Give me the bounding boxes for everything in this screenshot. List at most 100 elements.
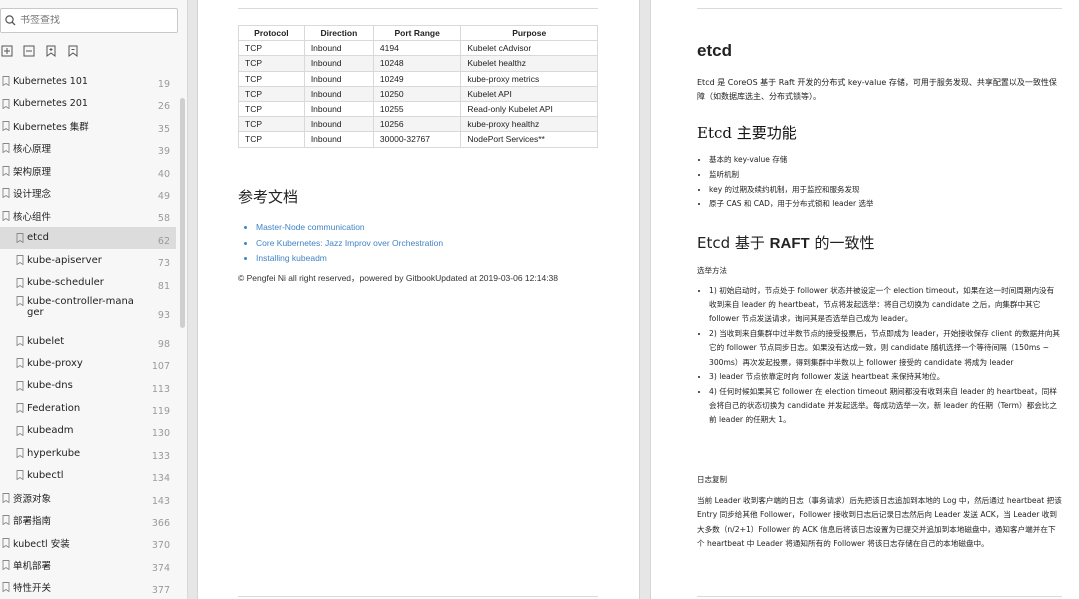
list-item: key 的过期及续约机制，用于监控和服务发现 (709, 183, 1074, 198)
table-cell: TCP (238, 116, 305, 133)
sidebar-item[interactable]: 核心组件 58 (0, 204, 176, 226)
table-cell: TCP (238, 131, 305, 148)
sidebar-item[interactable]: kubectl 134 (0, 464, 176, 486)
bookmark-icon (16, 336, 24, 347)
sidebar-item[interactable]: kubeadm 130 (0, 419, 176, 441)
sidebar-item[interactable]: 特性开关 377 (0, 576, 176, 598)
table-cell: TCP (238, 85, 305, 102)
sidebar-item-page: 73 (157, 258, 170, 270)
sidebar-item[interactable]: 架构原理 40 (0, 160, 176, 182)
table-row: TCP Inbound 10250 Kubelet API (238, 85, 598, 102)
sidebar-item[interactable]: kube-proxy 107 (0, 352, 176, 374)
table-header: Purpose (460, 24, 598, 42)
bookmark-icon (2, 188, 10, 199)
sidebar-item[interactable]: 部署指南 366 (0, 509, 176, 531)
table-row: TCP Inbound 4194 Kubelet cAdvisor (238, 40, 598, 57)
sidebar-item[interactable]: Kubernetes 101 19 (0, 70, 176, 92)
table-row: TCP Inbound 10255 Read-only Kubelet API (238, 100, 598, 118)
sidebar-scrollbar[interactable] (180, 98, 185, 328)
page-top-rule (238, 8, 598, 9)
table-row: TCP Inbound 10256 kube-proxy healthz (238, 116, 598, 133)
bookmark-sidebar: Kubernetes 10119Kubernetes 20126Kubernet… (0, 0, 188, 599)
sidebar-item-label: kubelet (27, 335, 65, 347)
bookmark-icon (16, 295, 24, 306)
sidebar-item[interactable]: Kubernetes 集群 35 (0, 115, 176, 137)
sidebar-item[interactable]: etcd 62 (0, 226, 176, 250)
collapse-all-icon[interactable] (22, 44, 36, 58)
sidebar-item[interactable]: hyperkube 133 (0, 442, 176, 464)
list-item: 原子 CAS 和 CAD，用于分布式锁和 leader 选举 (709, 197, 1074, 212)
sidebar-item[interactable]: 单机部署 374 (0, 554, 176, 576)
document-page-left: Protocol Direction Port Range Purpose TC… (197, 0, 640, 599)
bookmark-icon (2, 537, 10, 548)
sidebar-item-label: Kubernetes 101 (13, 75, 88, 87)
sidebar-item-page: 143 (151, 495, 170, 507)
sidebar-item-page: 35 (157, 123, 170, 135)
remove-bookmark-icon[interactable] (66, 44, 80, 58)
sidebar-item-page: 49 (157, 190, 170, 202)
table-cell: Inbound (303, 40, 374, 57)
reference-link[interactable]: Installing kubeadm (256, 251, 443, 267)
sidebar-item[interactable]: kube-controller-mana ger 93 (0, 294, 176, 330)
table-cell: 10250 (372, 85, 462, 102)
table-row: TCP Inbound 10248 Kubelet healthz (238, 55, 598, 72)
election-steps-list: 1) 初始启动时，节点处于 follower 状态并被设定一个 election… (709, 284, 1061, 428)
sidebar-item[interactable]: Federation 119 (0, 397, 176, 419)
table-cell: 10255 (372, 100, 462, 118)
features-heading: Etcd 主要功能 (697, 124, 797, 142)
sidebar-item-label: kube-apiserver (27, 254, 102, 266)
bookmark-icon (16, 232, 24, 243)
page-bottom-rule (697, 596, 1062, 597)
bookmark-icon (2, 582, 10, 593)
expand-all-icon[interactable] (0, 44, 14, 58)
bookmark-icon (2, 492, 10, 503)
table-header: Protocol (238, 24, 305, 42)
sidebar-item-page: 26 (157, 101, 170, 113)
bookmark-icon (16, 380, 24, 391)
sidebar-item-page: 39 (157, 146, 170, 158)
table-cell: TCP (238, 55, 305, 72)
sidebar-item-page: 107 (151, 361, 170, 373)
sidebar-item[interactable]: kube-scheduler 81 (0, 272, 176, 294)
reference-link[interactable]: Master-Node communication (256, 220, 443, 236)
sidebar-item[interactable]: 设计理念 49 (0, 182, 176, 204)
reference-link[interactable]: Core Kubernetes: Jazz Improv over Orches… (256, 236, 443, 252)
sidebar-item-page: 81 (157, 280, 170, 292)
raft-heading-bold: RAFT (769, 235, 810, 252)
sidebar-item-page: 370 (151, 540, 170, 552)
sidebar-item-label: etcd (27, 232, 49, 244)
sidebar-item[interactable]: Kubernetes 201 26 (0, 92, 176, 114)
features-list: 基本的 key-value 存储 监听机制 key 的过期及续约机制，用于监控和… (709, 153, 1074, 212)
references-heading: 参考文档 (238, 188, 299, 206)
bookmark-search-box[interactable] (0, 8, 178, 33)
list-item: 2) 当收到来自集群中过半数节点的接受投票后，节点即成为 leader，开始接收… (709, 327, 1061, 370)
bookmark-icon (16, 403, 24, 414)
table-header: Direction (303, 24, 374, 42)
table-cell: 30000-32767 (372, 131, 462, 148)
search-icon (5, 15, 16, 26)
raft-heading-prefix: Etcd 基于 (697, 234, 770, 252)
election-heading: 选举方法 (697, 266, 727, 275)
list-item: 4) 任何时候如果其它 follower 在 election timeout … (709, 385, 1061, 428)
table-cell: Read-only Kubelet API (460, 100, 598, 118)
add-bookmark-icon[interactable] (44, 44, 58, 58)
sidebar-item[interactable]: kubelet 98 (0, 330, 176, 352)
sidebar-item-page: 130 (151, 428, 170, 440)
bookmark-icon (16, 425, 24, 436)
bookmark-icon (2, 515, 10, 526)
sidebar-item[interactable]: kube-dns 113 (0, 375, 176, 397)
sidebar-item[interactable]: 资源对象 143 (0, 487, 176, 509)
bookmark-search-input[interactable] (20, 15, 160, 26)
bookmark-icon (16, 255, 24, 266)
table-cell: Inbound (303, 131, 374, 148)
bookmark-icon (16, 470, 24, 481)
sidebar-item-page: 113 (151, 383, 170, 395)
bookmark-icon (2, 560, 10, 570)
sidebar-item[interactable]: kube-apiserver 73 (0, 249, 176, 271)
sidebar-item[interactable]: kubectl 安装 370 (0, 531, 176, 553)
sidebar-item-page: 119 (151, 406, 170, 418)
sidebar-item[interactable]: 核心原理 39 (0, 137, 176, 159)
table-cell: Kubelet API (460, 85, 598, 102)
sidebar-item-label: 核心组件 (13, 211, 52, 223)
raft-heading: Etcd 基于 RAFT 的一致性 (697, 232, 1062, 253)
